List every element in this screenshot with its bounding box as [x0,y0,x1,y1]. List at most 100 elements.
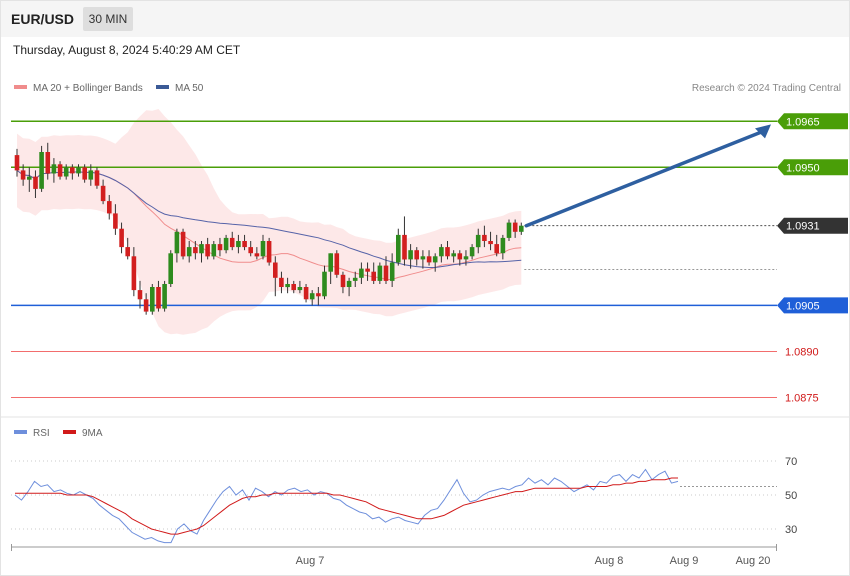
candle-body [125,247,130,257]
candle-body [488,241,493,245]
candle-body [420,256,426,260]
level-label: 1.0890 [785,347,819,359]
candle-body [119,228,124,248]
candle-body [100,185,106,202]
candle [150,284,155,315]
candle-body [512,222,518,232]
candle-body [439,247,444,257]
candle-body [402,234,407,260]
candle [377,262,383,284]
candle-body [113,213,118,229]
rsi-panel: 30 50 70 [11,456,797,544]
candle-body [248,247,253,254]
candle-body [217,244,223,251]
candle-body [445,247,450,257]
candle [168,250,173,287]
candle [180,228,186,260]
legend-rsi: RSI [33,428,50,439]
candle-body [316,293,321,297]
candle-body [186,247,192,257]
candle-body [506,222,512,238]
candle-body [273,262,278,278]
candle-body [211,244,217,257]
forecast-arrow-layer [524,124,771,228]
candle-body [328,253,333,272]
candle-body [223,237,229,251]
candle-body [174,231,180,254]
legend-swatch-ma50 [156,85,169,89]
time-tick-label: Aug 9 [670,555,699,567]
candle-body [303,287,309,300]
candle-body [279,277,284,287]
candle-body [519,225,524,232]
legend-9ma: 9MA [82,428,103,439]
candle [396,228,401,266]
bollinger-band-layer [17,109,522,335]
chart-frame: EUR/USD 30 MIN Thursday, August 8, 2024 … [0,0,850,576]
candle-body [27,176,32,180]
candle-body [162,284,167,309]
candle-body [180,231,186,257]
candle-body [94,170,100,186]
rsi-tick-label: 50 [785,490,797,502]
forecast-arrowhead [755,124,771,139]
copyright-label: Research © 2024 Trading Central [692,83,841,94]
candle-body [377,265,383,281]
candle-body [88,170,94,180]
candle-body [229,237,235,248]
rsi-line [14,468,679,544]
candle-body [396,234,401,263]
candle-body [475,234,481,248]
candle-body [408,250,413,260]
candle-body [383,265,389,281]
candle-body [346,280,352,287]
candle-body [260,241,266,257]
time-axis: Aug 7 Aug 8 Aug 9 Aug 20 [11,544,777,567]
candle-body [285,284,290,288]
candle-body [414,250,419,260]
candle-body [371,271,376,281]
candle [39,145,44,192]
legend-ma50: MA 50 [175,83,204,94]
candle-body [45,152,51,174]
candle [266,237,272,266]
candle-body [469,247,475,257]
candle-body [14,155,20,171]
candle-body [205,244,210,257]
candle-body [309,293,315,300]
chart-canvas: MA 20 + Bollinger Bands MA 50 Research ©… [1,83,849,567]
candle [402,216,407,266]
candle-body [107,201,112,214]
candle-body [150,287,155,312]
candle-body [33,176,38,189]
rsi-ma-line [15,477,678,535]
forecast-arrow-shaft [524,129,765,228]
candle-body [451,253,456,257]
candle-body [131,256,137,291]
level-label: 1.0905 [786,300,820,312]
candle-body [156,287,161,309]
candle-body [457,253,463,260]
candle-body [432,256,438,263]
candle-body [482,234,487,241]
candle-body [70,167,75,174]
candle-body [426,256,432,263]
level-label: 1.0965 [786,116,820,128]
legend-swatch-9ma [63,430,76,434]
candle-body [193,247,198,254]
candle-body [242,241,247,248]
rsi-tick-label: 70 [785,456,797,468]
rsi-tick-label: 30 [785,524,797,536]
candle-body [334,253,340,275]
candle-body [494,244,499,254]
candle-body [352,277,358,281]
candle-body [76,167,81,174]
legend-swatch-rsi [14,430,27,434]
candle-body [340,274,346,288]
level-label: 1.0931 [786,221,820,233]
candle-body [236,241,241,248]
candle-body [291,284,296,291]
legend-swatch-ma20 [14,85,27,89]
candle-body [266,241,272,263]
candle [94,167,100,189]
